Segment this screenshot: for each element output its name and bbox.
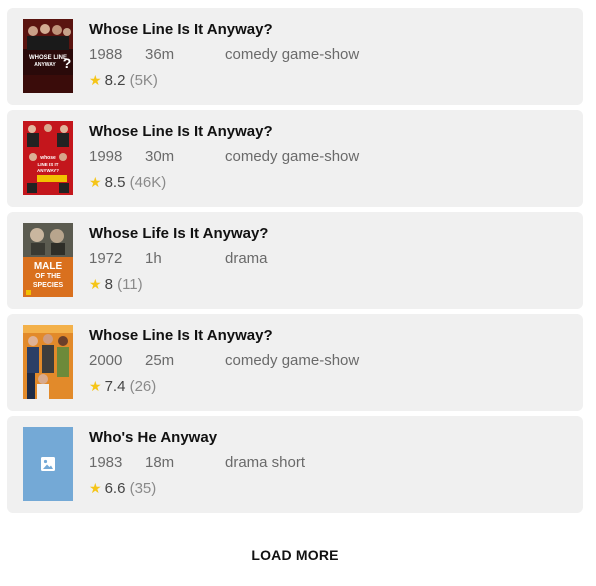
star-icon: ★ bbox=[89, 72, 102, 88]
rating-votes: (11) bbox=[117, 276, 143, 293]
result-runtime: 36m bbox=[145, 46, 175, 63]
result-runtime: 25m bbox=[145, 352, 175, 369]
result-rating: ★ 8 (11) bbox=[89, 275, 573, 294]
result-rating: ★ 7.4 (26) bbox=[89, 377, 573, 396]
result-card[interactable]: WHOSE LINE ANYWAY ? Whose Line Is It Any… bbox=[7, 8, 583, 105]
result-runtime: 30m bbox=[145, 148, 175, 165]
svg-text:LINE IS IT: LINE IS IT bbox=[37, 162, 58, 167]
svg-text:WHOSE LINE: WHOSE LINE bbox=[29, 55, 67, 61]
poster-image[interactable]: WHOSE LINE ANYWAY ? bbox=[23, 19, 73, 93]
result-card[interactable]: MALE OF THE SPECIES Whose Life Is It Any… bbox=[7, 212, 583, 309]
star-icon: ★ bbox=[89, 276, 102, 292]
result-genre: drama short bbox=[225, 454, 306, 471]
result-meta: 1972 1h drama bbox=[89, 250, 573, 268]
result-title[interactable]: Whose Line Is It Anyway? bbox=[89, 123, 573, 141]
result-year: 1972 bbox=[89, 250, 123, 267]
result-meta: 1998 30m comedy game-show bbox=[89, 148, 573, 166]
result-year: 1998 bbox=[89, 148, 123, 165]
result-runtime: 1h bbox=[145, 250, 162, 267]
result-title[interactable]: Whose Line Is It Anyway? bbox=[89, 327, 573, 345]
poster-image[interactable] bbox=[23, 325, 73, 399]
result-meta: 1983 18m drama short bbox=[89, 454, 573, 472]
image-placeholder-icon bbox=[41, 457, 55, 471]
poster-placeholder[interactable] bbox=[23, 427, 73, 501]
svg-text:?: ? bbox=[63, 55, 72, 71]
result-meta: 2000 25m comedy game-show bbox=[89, 352, 573, 370]
rating-value: 8 bbox=[104, 276, 113, 293]
svg-text:ANYWAY?: ANYWAY? bbox=[37, 168, 59, 173]
result-genre: comedy game-show bbox=[225, 352, 360, 369]
star-icon: ★ bbox=[89, 480, 102, 496]
svg-text:whose: whose bbox=[39, 155, 56, 161]
svg-text:ANYWAY: ANYWAY bbox=[34, 62, 56, 68]
result-title[interactable]: Who's He Anyway bbox=[89, 429, 573, 447]
result-rating: ★ 6.6 (35) bbox=[89, 479, 573, 498]
rating-votes: (46K) bbox=[129, 174, 167, 191]
rating-votes: (35) bbox=[129, 480, 157, 497]
result-year: 1988 bbox=[89, 46, 123, 63]
rating-value: 8.2 bbox=[104, 72, 126, 89]
rating-votes: (5K) bbox=[129, 72, 158, 89]
rating-value: 6.6 bbox=[104, 480, 126, 497]
result-card[interactable]: whose LINE IS IT ANYWAY? Whose Line Is I… bbox=[7, 110, 583, 207]
result-title[interactable]: Whose Life Is It Anyway? bbox=[89, 225, 573, 243]
result-title[interactable]: Whose Line Is It Anyway? bbox=[89, 21, 573, 39]
poster-image[interactable]: whose LINE IS IT ANYWAY? bbox=[23, 121, 73, 195]
poster-image[interactable]: MALE OF THE SPECIES bbox=[23, 223, 73, 297]
result-meta: 1988 36m comedy game-show bbox=[89, 46, 573, 64]
result-genre: comedy game-show bbox=[225, 148, 360, 165]
svg-text:SPECIES: SPECIES bbox=[33, 282, 64, 289]
result-year: 1983 bbox=[89, 454, 123, 471]
result-rating: ★ 8.2 (5K) bbox=[89, 71, 573, 90]
result-rating: ★ 8.5 (46K) bbox=[89, 173, 573, 192]
result-card[interactable]: Who's He Anyway 1983 18m drama short ★ 6.… bbox=[7, 416, 583, 513]
result-card[interactable]: Whose Line Is It Anyway? 2000 25m comedy… bbox=[7, 314, 583, 411]
result-runtime: 18m bbox=[145, 454, 175, 471]
rating-votes: (26) bbox=[129, 378, 157, 395]
result-genre: comedy game-show bbox=[225, 46, 360, 63]
result-genre: drama bbox=[225, 250, 268, 267]
star-icon: ★ bbox=[89, 378, 102, 394]
star-icon: ★ bbox=[89, 174, 102, 190]
result-year: 2000 bbox=[89, 352, 123, 369]
rating-value: 7.4 bbox=[104, 378, 126, 395]
svg-text:OF THE: OF THE bbox=[35, 273, 61, 280]
svg-text:MALE: MALE bbox=[34, 261, 63, 272]
rating-value: 8.5 bbox=[104, 174, 126, 191]
load-more-button[interactable]: LOAD MORE bbox=[0, 545, 590, 565]
